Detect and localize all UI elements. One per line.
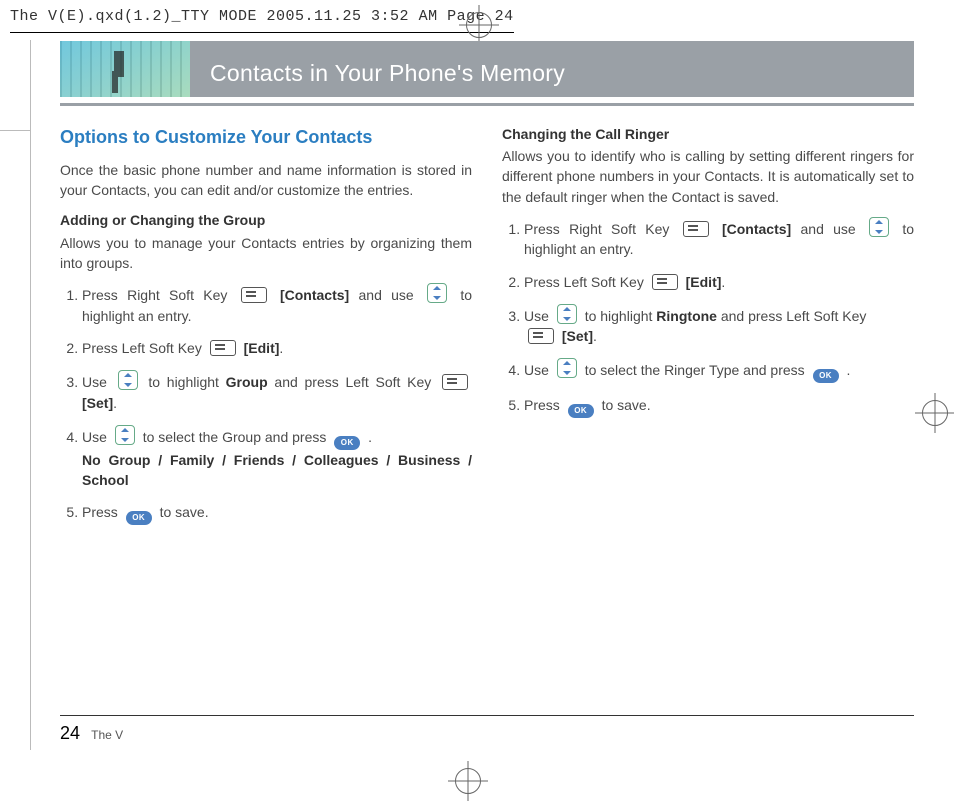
column-right: Changing the Call Ringer Allows you to i… [502, 124, 914, 538]
softkey-icon [210, 340, 236, 356]
step-item: Press OK to save. [524, 395, 914, 418]
nav-key-icon [557, 358, 577, 378]
step-text: to highlight [148, 374, 219, 390]
step-text: to select the Ringer Type and press [585, 362, 805, 378]
registration-mark-icon [455, 768, 481, 794]
key-label: [Contacts] [280, 287, 349, 303]
chapter-title: Contacts in Your Phone's Memory [210, 57, 565, 90]
step-text: Press Left Soft Key [82, 340, 202, 356]
step-text: and use [359, 287, 414, 303]
step-text: Press Left Soft Key [524, 274, 644, 290]
header-title-bar: Contacts in Your Phone's Memory [190, 41, 914, 97]
step-text: Use [82, 374, 107, 390]
registration-mark-icon [466, 12, 492, 38]
step-item: Use to select the Ringer Type and press … [524, 358, 914, 383]
page-content: Contacts in Your Phone's Memory Options … [60, 41, 914, 538]
nav-key-icon [427, 283, 447, 303]
nav-key-icon [557, 304, 577, 324]
step-item: Press Right Soft Key [Contacts] and use … [524, 217, 914, 260]
slug-underline [10, 32, 514, 33]
step-item: Press OK to save. [82, 502, 472, 525]
ok-key-icon: OK [334, 436, 360, 450]
step-text: to highlight [585, 308, 653, 324]
softkey-icon [652, 274, 678, 290]
step-text: to save. [602, 397, 651, 413]
step-text: Press [82, 504, 118, 520]
softkey-icon [442, 374, 468, 390]
step-text: Press Right Soft Key [524, 221, 669, 237]
step-text: Use [524, 362, 549, 378]
ok-key-icon: OK [813, 369, 839, 383]
group-options: No Group / Family / Friends / Colleagues… [82, 452, 472, 488]
nav-key-icon [118, 370, 138, 390]
step-text: to select the Group and press [143, 429, 327, 445]
softkey-icon [683, 221, 709, 237]
registration-mark-icon [922, 400, 948, 426]
highlight-target: Group [226, 374, 268, 390]
step-text: Use [82, 429, 107, 445]
subsection-lead: Allows you to identify who is calling by… [502, 146, 914, 207]
crop-edge-horizontal [0, 130, 30, 131]
step-item: Use to highlight Group and press Left So… [82, 370, 472, 413]
page-number: 24 [60, 723, 80, 743]
step-text: and press Left Soft Key [721, 308, 867, 324]
subsection-heading: Changing the Call Ringer [502, 124, 914, 144]
softkey-icon [528, 328, 554, 344]
chapter-header: Contacts in Your Phone's Memory [60, 41, 914, 97]
nav-key-icon [115, 425, 135, 445]
highlight-target: Ringtone [656, 308, 717, 324]
key-label: [Contacts] [722, 221, 791, 237]
key-label: [Set] [562, 328, 593, 344]
column-left: Options to Customize Your Contacts Once … [60, 124, 472, 538]
softkey-icon [241, 287, 267, 303]
subsection-heading: Adding or Changing the Group [60, 210, 472, 230]
step-text: Press [524, 397, 560, 413]
intro-paragraph: Once the basic phone number and name inf… [60, 160, 472, 201]
step-item: Press Left Soft Key [Edit]. [82, 338, 472, 358]
ok-key-icon: OK [126, 511, 152, 525]
key-label: [Edit] [686, 274, 722, 290]
step-item: Use to select the Group and press OK . N… [82, 425, 472, 491]
steps-list: Press Right Soft Key [Contacts] and use … [60, 283, 472, 525]
header-decorative-image [60, 41, 190, 97]
steps-list: Press Right Soft Key [Contacts] and use … [502, 217, 914, 418]
step-item: Use to highlight Ringtone and press Left… [524, 304, 914, 347]
step-text: to save. [160, 504, 209, 520]
header-divider [60, 103, 914, 106]
step-item: Press Right Soft Key [Contacts] and use … [82, 283, 472, 326]
subsection-lead: Allows you to manage your Contacts entri… [60, 233, 472, 274]
key-label: [Edit] [244, 340, 280, 356]
nav-key-icon [869, 217, 889, 237]
step-text: Press Right Soft Key [82, 287, 227, 303]
two-column-layout: Options to Customize Your Contacts Once … [60, 124, 914, 538]
section-heading: Options to Customize Your Contacts [60, 124, 472, 150]
step-text: Use [524, 308, 549, 324]
crop-edge-vertical [30, 40, 31, 750]
step-text: and use [801, 221, 856, 237]
ok-key-icon: OK [568, 404, 594, 418]
key-label: [Set] [82, 395, 113, 411]
step-text: and press Left Soft Key [274, 374, 431, 390]
footer-doc-title: The V [91, 728, 123, 742]
page-footer: 24 The V [60, 715, 914, 746]
step-item: Press Left Soft Key [Edit]. [524, 272, 914, 292]
